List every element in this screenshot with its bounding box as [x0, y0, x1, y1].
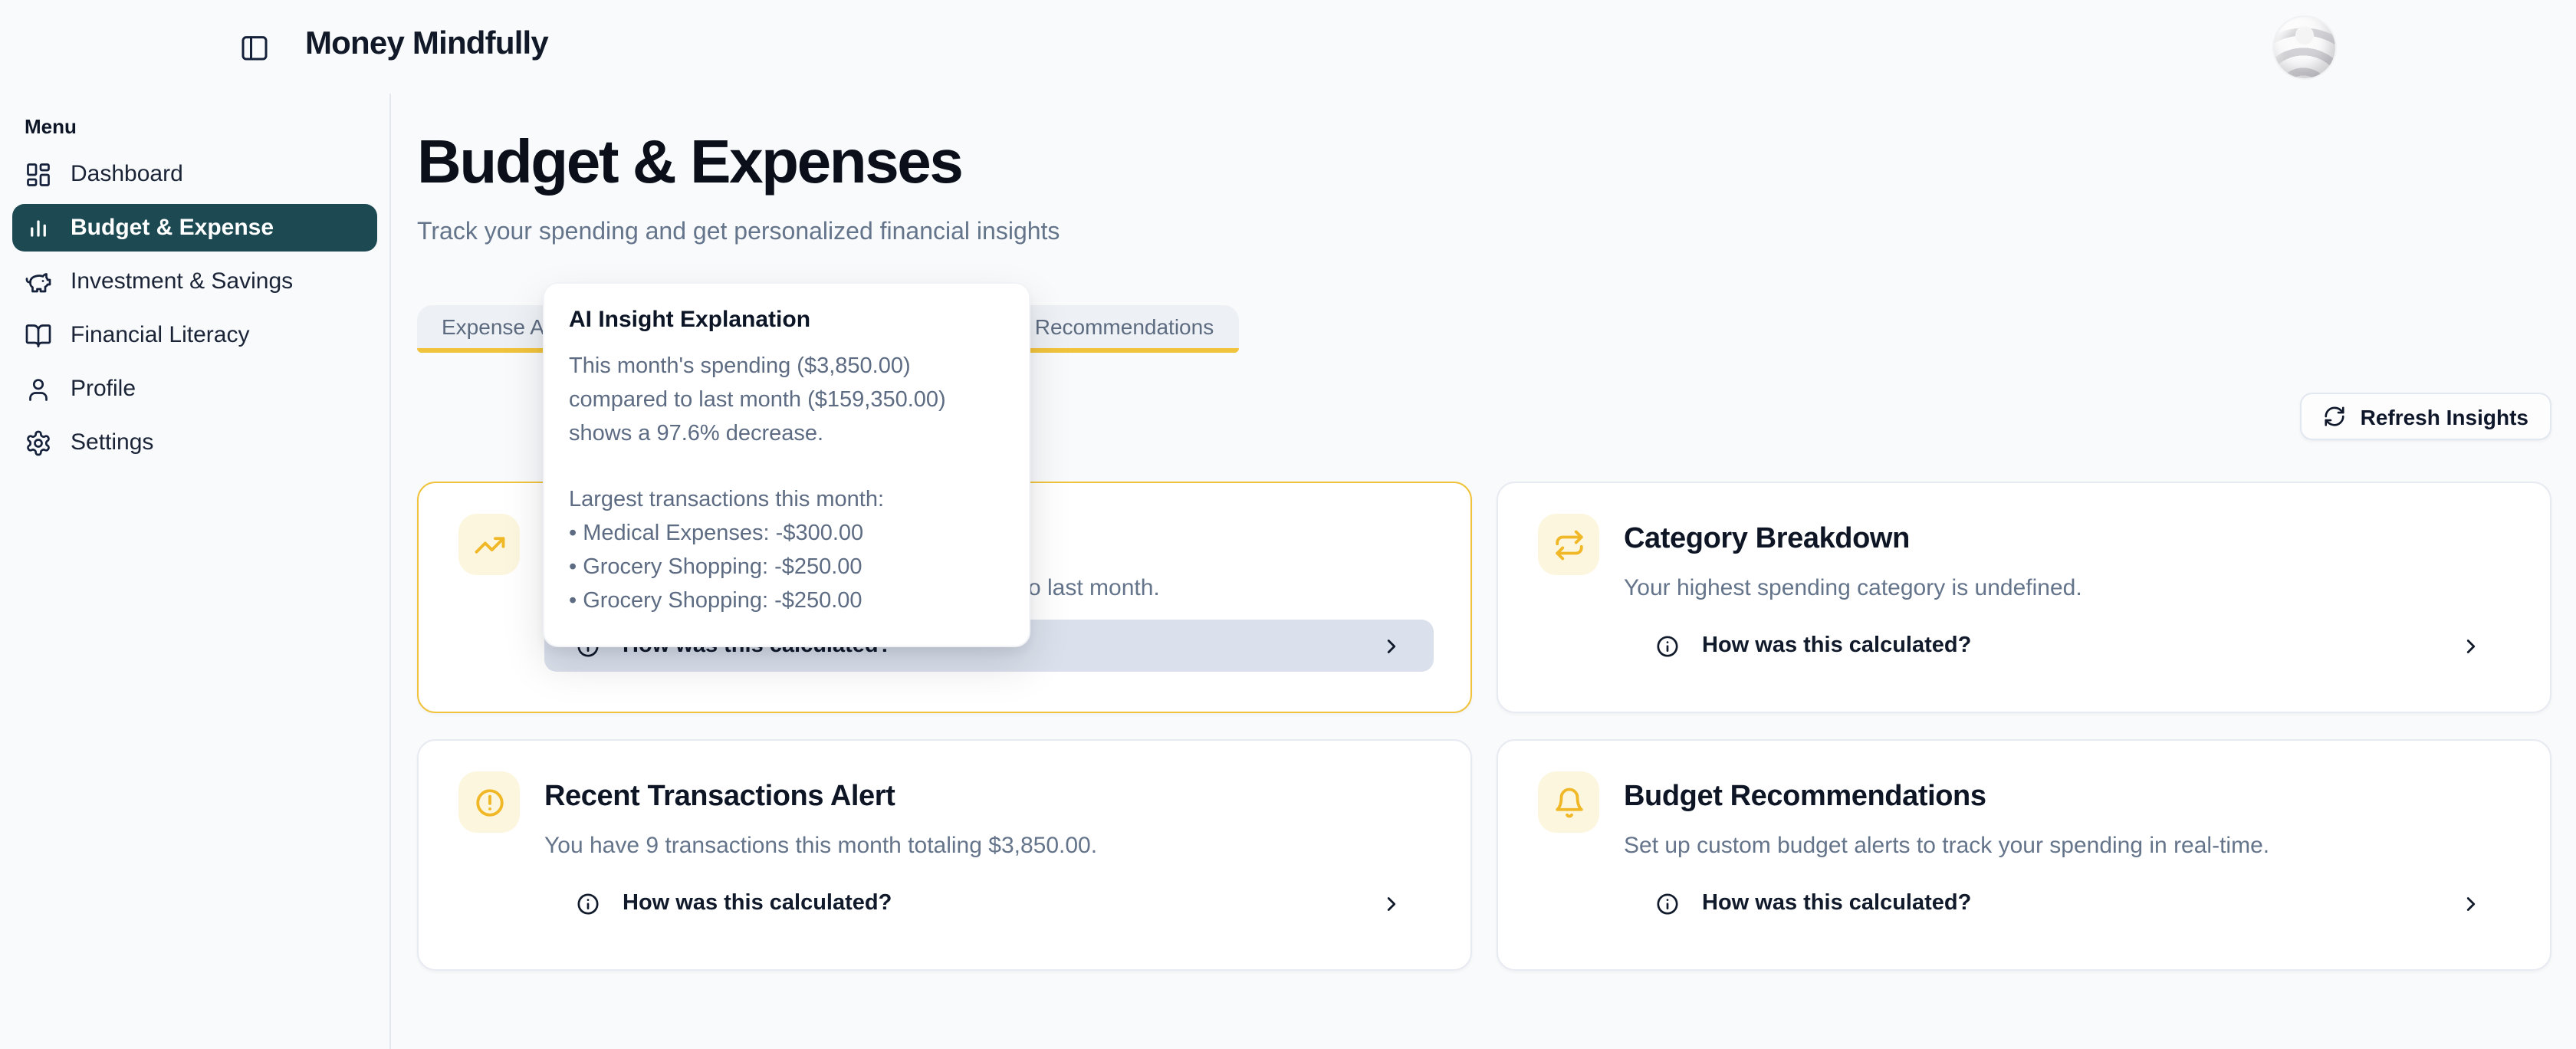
sidebar-item-budget-expense[interactable]: Budget & Expense	[12, 204, 377, 252]
how-calculated-label: How was this calculated?	[1702, 891, 1971, 916]
dashboard-icon	[25, 160, 52, 188]
refresh-button-label: Refresh Insights	[2361, 404, 2528, 429]
sidebar-item-label: Financial Literacy	[71, 322, 249, 348]
how-calculated-label: How was this calculated?	[1702, 633, 1971, 658]
bar-chart-icon	[25, 214, 52, 242]
how-calculated-label: How was this calculated?	[623, 891, 892, 916]
user-avatar[interactable]	[2274, 17, 2335, 78]
sidebar-item-label: Settings	[71, 429, 153, 455]
ai-insight-tooltip: AI Insight Explanation This month's spen…	[543, 282, 1030, 648]
chevron-right-icon	[2459, 892, 2482, 915]
card-description: You have 9 transactions this month total…	[544, 833, 1097, 859]
tooltip-paragraph: This month's spending ($3,850.00) compar…	[569, 351, 1004, 452]
info-icon	[575, 890, 601, 916]
how-calculated-button[interactable]: How was this calculated?	[1624, 620, 2513, 672]
chevron-right-icon	[2459, 634, 2482, 657]
tooltip-line: • Grocery Shopping: -$250.00	[569, 585, 1004, 619]
sidebar-item-label: Investment & Savings	[71, 268, 293, 294]
alert-circle-icon	[458, 771, 520, 833]
gear-icon	[25, 429, 52, 456]
sidebar-item-profile[interactable]: Profile	[12, 365, 377, 413]
sidebar-item-label: Profile	[71, 376, 136, 402]
bell-icon	[1538, 771, 1599, 833]
app-title: Money Mindfully	[305, 26, 548, 63]
sidebar-item-investment-savings[interactable]: Investment & Savings	[12, 258, 377, 305]
tooltip-line: Largest transactions this month:	[569, 485, 1004, 519]
sidebar-item-label: Budget & Expense	[71, 215, 274, 241]
top-header: Money Mindfully	[0, 0, 2576, 94]
sidebar: Menu Dashboard Budget & Expense	[0, 94, 391, 1049]
info-icon	[1654, 890, 1681, 916]
card-title: Category Breakdown	[1624, 523, 1910, 557]
sidebar-item-dashboard[interactable]: Dashboard	[12, 150, 377, 198]
sidebar-item-label: Dashboard	[71, 161, 183, 187]
refresh-insights-button[interactable]: Refresh Insights	[2301, 393, 2551, 440]
sidebar-item-settings[interactable]: Settings	[12, 419, 377, 466]
page-subtitle: Track your spending and get personalized…	[417, 219, 1060, 247]
repeat-icon	[1538, 514, 1599, 575]
user-icon	[25, 375, 52, 403]
sidebar-item-financial-literacy[interactable]: Financial Literacy	[12, 311, 377, 359]
chevron-right-icon	[1380, 892, 1403, 915]
piggy-bank-icon	[25, 268, 52, 295]
trending-up-icon	[458, 514, 520, 575]
card-description: Set up custom budget alerts to track you…	[1624, 833, 2269, 859]
book-open-icon	[25, 321, 52, 349]
how-calculated-button[interactable]: How was this calculated?	[1624, 877, 2513, 929]
card-description: Your highest spending category is undefi…	[1624, 575, 2082, 601]
card-title: Budget Recommendations	[1624, 781, 1986, 814]
chevron-right-icon	[1380, 634, 1403, 657]
panel-left-icon	[239, 32, 270, 63]
app-window: Money Mindfully Menu Dashboard	[0, 0, 2576, 1049]
sidebar-toggle-button[interactable]	[239, 32, 270, 63]
sidebar-nav: Dashboard Budget & Expense Investment & …	[0, 150, 389, 466]
how-calculated-button[interactable]: How was this calculated?	[544, 877, 1434, 929]
card-budget-recommendations: Budget Recommendations Set up custom bud…	[1497, 739, 2551, 971]
card-title: Recent Transactions Alert	[544, 781, 895, 814]
tooltip-line: • Grocery Shopping: -$250.00	[569, 552, 1004, 586]
tooltip-line: • Medical Expenses: -$300.00	[569, 518, 1004, 552]
refresh-icon	[2324, 405, 2347, 428]
info-icon	[1654, 633, 1681, 659]
card-category-breakdown: Category Breakdown Your highest spending…	[1497, 482, 2551, 713]
card-recent-transactions-alert: Recent Transactions Alert You have 9 tra…	[417, 739, 1472, 971]
tooltip-body: This month's spending ($3,850.00) compar…	[569, 351, 1004, 619]
sidebar-menu-label: Menu	[25, 115, 389, 138]
page-title: Budget & Expenses	[417, 129, 962, 196]
tooltip-title: AI Insight Explanation	[569, 307, 1004, 333]
